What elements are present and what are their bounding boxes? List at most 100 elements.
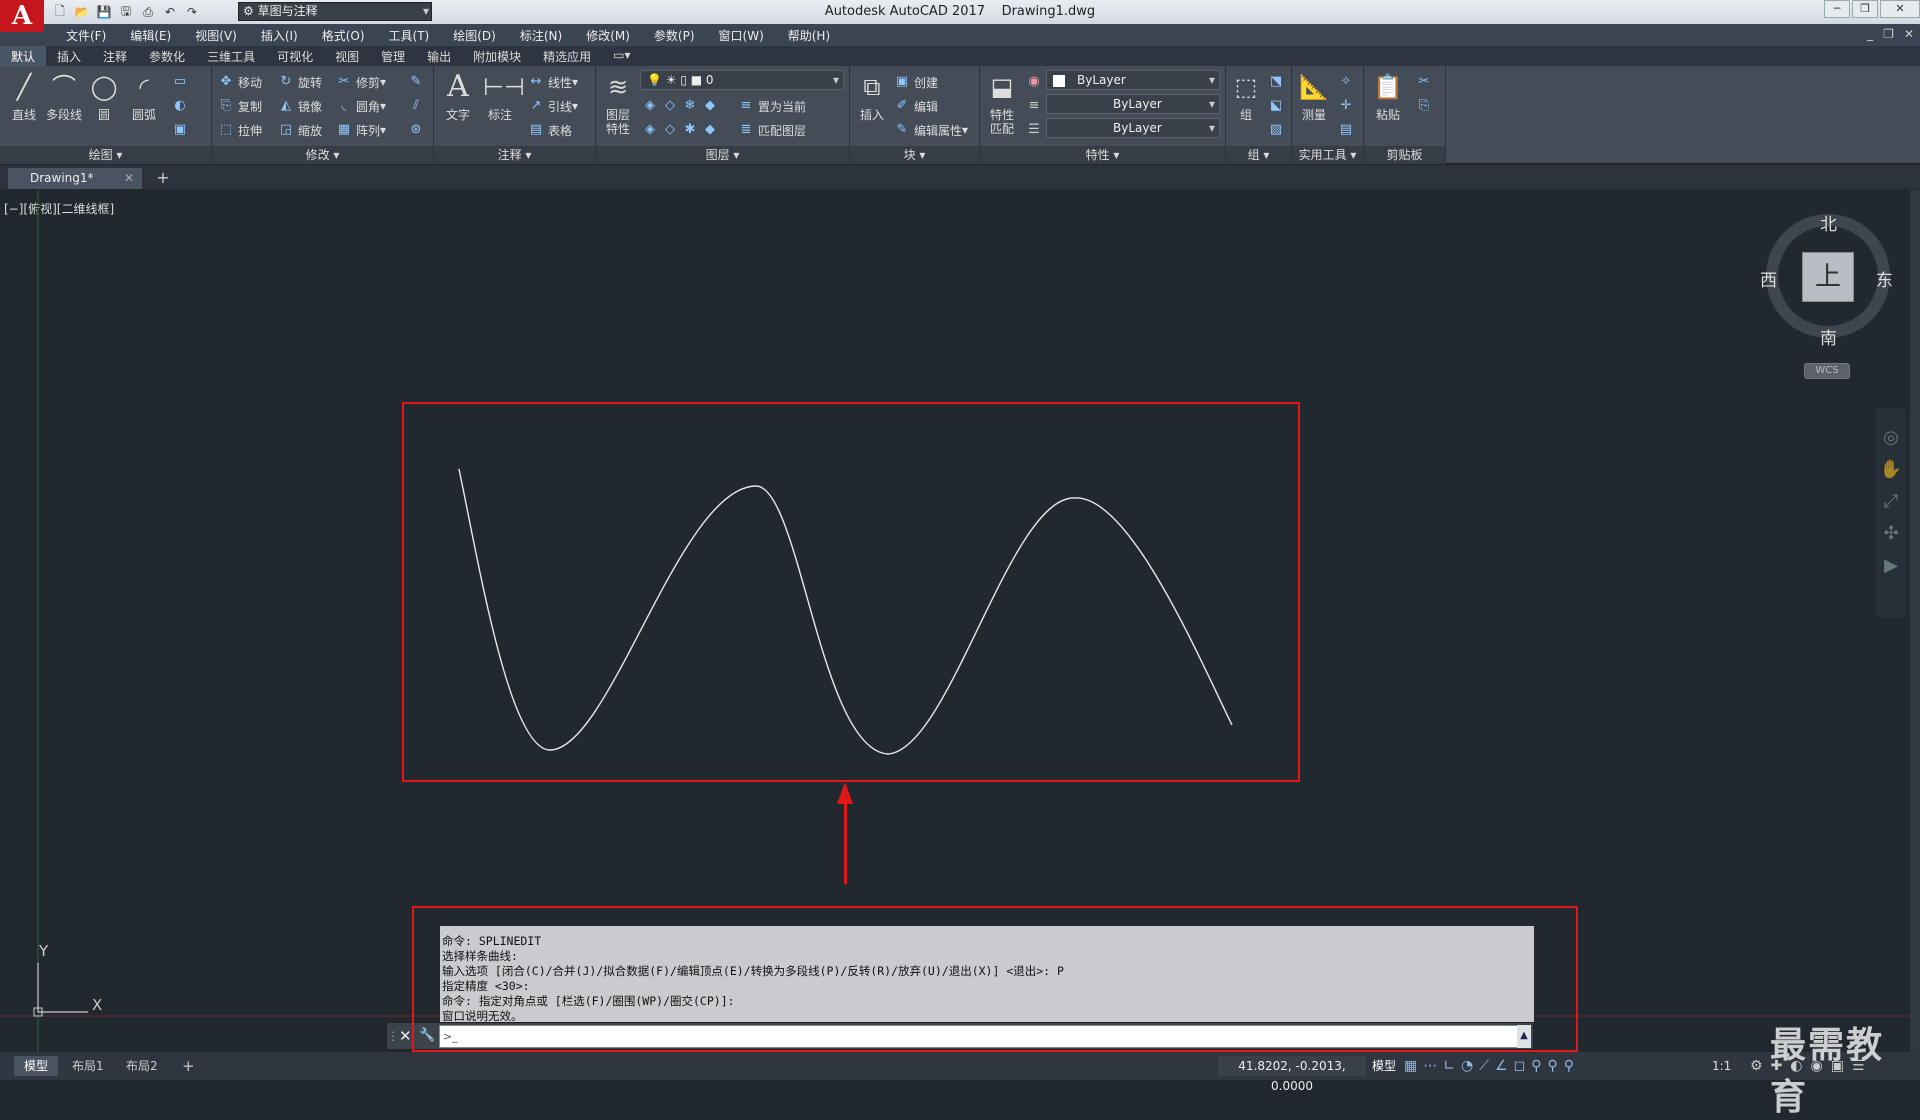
copy-button[interactable]: ⎘ 复制: [218, 96, 262, 116]
pan-icon[interactable]: ✋: [1876, 454, 1906, 486]
ortho-icon[interactable]: ∟: [1443, 1058, 1455, 1074]
trim-button[interactable]: ✂ 修剪 ▾: [336, 72, 387, 92]
hatch-button[interactable]: ◐: [172, 96, 192, 116]
snap-icon[interactable]: ⋯: [1423, 1058, 1437, 1074]
save-icon[interactable]: 💾: [94, 3, 114, 21]
dimension-button[interactable]: ⊢⊣ 标注: [480, 70, 525, 123]
menu-item[interactable]: 文件(F): [54, 27, 118, 44]
color-dropdown[interactable]: ByLayer ▾: [1046, 70, 1220, 90]
polar-icon[interactable]: ◔: [1461, 1058, 1473, 1074]
close-icon[interactable]: ✕: [124, 168, 134, 188]
measure-button[interactable]: 📐 测量: [1294, 70, 1334, 123]
explode-button[interactable]: ⊛: [408, 120, 428, 140]
annotation-scale-icon[interactable]: ⚲: [1564, 1058, 1574, 1074]
open-icon[interactable]: 📂: [72, 3, 92, 21]
menu-item[interactable]: 视图(V): [183, 27, 249, 44]
point-button[interactable]: ✛: [1338, 96, 1358, 116]
menu-item[interactable]: 编辑(E): [118, 27, 183, 44]
ribbon-tab[interactable]: 可视化: [266, 46, 324, 66]
new-tab-button[interactable]: +: [152, 169, 174, 187]
layer-tools-row1[interactable]: ◈ ◇ ❄ ◆: [642, 96, 722, 116]
layer-dropdown[interactable]: 💡 ☀ ▯ ■ 0 ▾: [640, 70, 844, 90]
menu-item[interactable]: 工具(T): [377, 27, 442, 44]
edit-block-button[interactable]: ✐ 编辑: [894, 96, 938, 116]
edit-attributes-button[interactable]: ✎ 编辑属性 ▾: [894, 120, 969, 140]
calculator-button[interactable]: ▤: [1338, 120, 1358, 140]
ribbon-minimize-icon[interactable]: ▭▾: [602, 46, 641, 66]
group-select-button[interactable]: ▧: [1268, 120, 1288, 140]
showmotion-icon[interactable]: ▶: [1876, 550, 1906, 582]
grid-icon[interactable]: ▦: [1404, 1058, 1417, 1074]
minimize-button[interactable]: ─: [1824, 0, 1850, 18]
add-layout-button[interactable]: +: [172, 1056, 205, 1076]
menu-item[interactable]: 帮助(H): [776, 27, 842, 44]
quick-select-button[interactable]: ✧: [1338, 72, 1358, 92]
ribbon-tab[interactable]: 精选应用: [532, 46, 602, 66]
block-panel-title[interactable]: 块 ▾: [850, 146, 979, 164]
doc-minimize-button[interactable]: _: [1867, 27, 1873, 41]
restore-button[interactable]: ❐: [1852, 0, 1878, 18]
paste-button[interactable]: 📋 粘贴: [1368, 70, 1408, 123]
doc-close-button[interactable]: ✕: [1904, 27, 1914, 41]
layout-tab-layout1[interactable]: 布局1: [62, 1056, 114, 1076]
circle-button[interactable]: ◯ 圆: [84, 70, 124, 123]
annotation-visibility-icon[interactable]: ⚲: [1531, 1058, 1541, 1074]
compass-east[interactable]: 东: [1876, 266, 1893, 291]
grip-handle[interactable]: ⋮: [387, 1023, 399, 1051]
command-prompt-icon[interactable]: >_: [443, 1028, 465, 1046]
offset-button[interactable]: ⫽: [408, 96, 428, 116]
ribbon-tab[interactable]: 管理: [370, 46, 416, 66]
menu-item[interactable]: 绘图(D): [441, 27, 508, 44]
menu-item[interactable]: 插入(I): [249, 27, 310, 44]
orbit-icon[interactable]: ✣: [1876, 518, 1906, 550]
annotation-panel-title[interactable]: 注释 ▾: [434, 146, 595, 164]
workspace-gear-icon[interactable]: ⚙: [1750, 1058, 1763, 1074]
ungroup-button[interactable]: ⬔: [1268, 72, 1288, 92]
polyline-button[interactable]: ⌒ 多段线: [44, 70, 84, 123]
print-icon[interactable]: ⎙: [138, 3, 158, 21]
menu-item[interactable]: 修改(M): [574, 27, 642, 44]
model-space-button[interactable]: 模型: [1372, 1056, 1396, 1076]
osnap-icon[interactable]: ◻: [1514, 1058, 1526, 1074]
workspace-dropdown[interactable]: ⚙ 草图与注释 ▾: [238, 2, 432, 21]
rectangle-button[interactable]: ▭: [172, 72, 192, 92]
ribbon-tab[interactable]: 参数化: [138, 46, 196, 66]
ribbon-tab[interactable]: 视图: [324, 46, 370, 66]
vertical-scrollbar[interactable]: [1910, 190, 1920, 1054]
draw-panel-title[interactable]: 绘图 ▾: [0, 146, 211, 164]
linear-button[interactable]: ↔ 线性 ▾: [528, 72, 579, 92]
insert-block-button[interactable]: ⧉ 插入: [852, 70, 892, 123]
steering-wheel-icon[interactable]: ◎: [1876, 422, 1906, 454]
linetype-dropdown[interactable]: ByLayer ▾: [1046, 94, 1220, 114]
doc-restore-button[interactable]: ❐: [1883, 27, 1894, 41]
ribbon-tab[interactable]: 三维工具: [196, 46, 266, 66]
ribbon-tab[interactable]: 注释: [92, 46, 138, 66]
table-button[interactable]: ▤ 表格: [528, 120, 572, 140]
match-properties-button[interactable]: ⬓ 特性 匹配: [982, 70, 1022, 136]
autocad-logo-icon[interactable]: A: [0, 0, 44, 32]
compass-north[interactable]: 北: [1820, 210, 1837, 235]
arc-button[interactable]: ◜ 圆弧: [124, 70, 164, 123]
leader-button[interactable]: ↗ 引线 ▾: [528, 96, 579, 116]
layers-panel-title[interactable]: 图层 ▾: [596, 146, 849, 164]
wcs-menu[interactable]: WCS: [1804, 363, 1850, 379]
menu-item[interactable]: 标注(N): [508, 27, 574, 44]
layer-tools-row2[interactable]: ◈ ◇ ✱ ◆: [642, 120, 722, 140]
groups-panel-title[interactable]: 组 ▾: [1226, 146, 1291, 164]
properties-panel-title[interactable]: 特性 ▾: [980, 146, 1225, 164]
copy-clip-button[interactable]: ⎘: [1416, 96, 1436, 116]
set-current-layer-button[interactable]: ≡ 置为当前: [738, 96, 806, 116]
erase-button[interactable]: ✎: [408, 72, 428, 92]
array-button[interactable]: ▦ 阵列 ▾: [336, 120, 386, 140]
autoscale-icon[interactable]: ⚲: [1547, 1058, 1557, 1074]
fillet-button[interactable]: ◟ 圆角 ▾: [336, 96, 386, 116]
menu-item[interactable]: 参数(P): [642, 27, 707, 44]
group-edit-button[interactable]: ⬕: [1268, 96, 1288, 116]
ribbon-tab[interactable]: 输出: [416, 46, 462, 66]
doc-tab-drawing1[interactable]: Drawing1* ✕: [8, 168, 142, 189]
utilities-panel-title[interactable]: 实用工具 ▾: [1292, 146, 1363, 164]
mirror-button[interactable]: ◭ 镜像: [278, 96, 322, 116]
group-button[interactable]: ⬚ 组: [1228, 70, 1264, 123]
layer-properties-button[interactable]: ≋ 图层 特性: [598, 70, 638, 136]
menu-item[interactable]: 格式(O): [310, 27, 377, 44]
